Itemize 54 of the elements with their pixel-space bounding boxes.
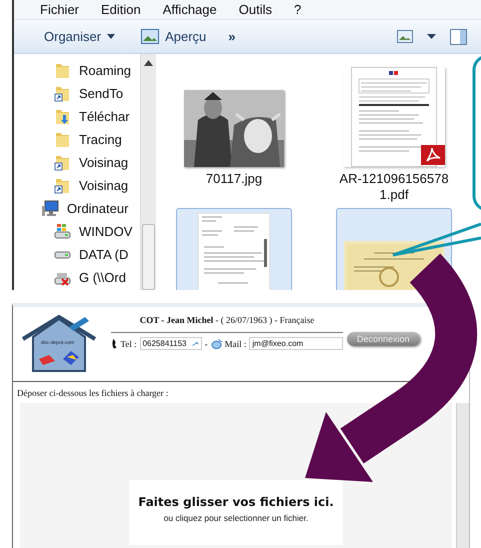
file-name: 70117.jpg bbox=[204, 171, 264, 187]
image-icon bbox=[141, 29, 160, 44]
separator-text: - bbox=[204, 338, 208, 348]
drop-title: Faites glisser vos fichiers ici. bbox=[138, 495, 334, 509]
scroll-up-icon[interactable] bbox=[144, 60, 153, 66]
mail-label: Mail : bbox=[224, 338, 246, 348]
tel-label: Tel : bbox=[120, 338, 137, 348]
caret-icon bbox=[107, 34, 116, 39]
identity-text: COT - Jean Michel - ( 26/07/1963 ) - Française bbox=[138, 315, 316, 325]
nav-item[interactable]: Téléchar bbox=[14, 105, 130, 128]
preview-pane-icon[interactable] bbox=[450, 28, 467, 44]
pdf-icon bbox=[421, 145, 445, 165]
nav-item[interactable]: WINDOV bbox=[14, 220, 132, 243]
scrollbar[interactable] bbox=[140, 54, 156, 290]
menu-item[interactable]: Edition bbox=[101, 2, 141, 17]
computer-icon bbox=[42, 200, 59, 217]
drop-hint: ou cliquez pour selectionner un fichier. bbox=[164, 513, 308, 523]
nav-item[interactable]: Tracing bbox=[14, 128, 122, 151]
menu-item[interactable]: Affichage bbox=[162, 2, 217, 17]
folder-icon bbox=[54, 131, 71, 148]
instruction-text: Déposer ci-dessous les fichiers à charger : bbox=[17, 388, 168, 398]
folder-icon bbox=[54, 62, 71, 79]
menu-item[interactable]: Fichier bbox=[40, 2, 80, 17]
email-icon bbox=[210, 338, 222, 348]
email-field[interactable]: jm@fixeo.com bbox=[249, 337, 343, 350]
drive-icon bbox=[54, 250, 71, 258]
menu-item[interactable]: Outils bbox=[238, 2, 272, 17]
shortcut-folder-icon bbox=[54, 177, 71, 194]
organize-button[interactable]: Organiser bbox=[40, 27, 120, 46]
nav-item[interactable]: Roaming bbox=[14, 59, 132, 82]
drop-box[interactable]: Faites glisser vos fichiers ici. ou cliquez pour selectionner un fichier. bbox=[129, 480, 343, 545]
file-tile[interactable]: 70117.jpg bbox=[176, 62, 292, 204]
nav-item[interactable]: Voisinag bbox=[14, 151, 128, 174]
nav-item[interactable]: DATA (D bbox=[14, 243, 128, 266]
preview-button[interactable]: Aperçu bbox=[137, 27, 210, 46]
menu-item[interactable]: ? bbox=[294, 2, 302, 17]
phone-field[interactable]: 0625841153 bbox=[140, 337, 202, 350]
file-tile[interactable] bbox=[176, 208, 292, 290]
caret-icon[interactable] bbox=[427, 34, 436, 39]
drive-icon bbox=[54, 223, 71, 240]
drop-zone[interactable]: Faites glisser vos fichiers ici. ou cliquez pour selectionner un fichier. bbox=[20, 403, 452, 548]
phone-icon bbox=[111, 338, 118, 349]
scrollbar[interactable] bbox=[456, 403, 469, 548]
nav-item[interactable]: Voisinag bbox=[14, 174, 128, 197]
view-icon[interactable] bbox=[397, 30, 413, 43]
shortcut-folder-icon bbox=[54, 85, 71, 102]
file-name: AR-1210961565781.pdf bbox=[339, 171, 449, 203]
nav-item[interactable]: SendTo bbox=[14, 82, 124, 105]
scroll-thumb[interactable] bbox=[142, 224, 155, 290]
more-button[interactable]: » bbox=[224, 27, 240, 46]
nav-item[interactable]: G (\\Ord bbox=[14, 266, 126, 289]
download-folder-icon bbox=[54, 108, 71, 125]
shortcut-folder-icon bbox=[54, 154, 71, 171]
nav-item[interactable]: Ordinateur bbox=[14, 197, 128, 220]
